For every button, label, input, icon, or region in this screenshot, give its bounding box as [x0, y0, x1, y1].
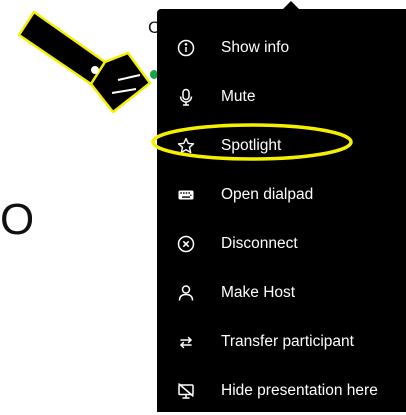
background-text-fragment-large: O [0, 195, 32, 244]
menu-item-label: Transfer participant [221, 332, 354, 350]
star-icon [176, 136, 196, 156]
menu-item-label: Make Host [221, 283, 296, 301]
menu-item-hide-presentation[interactable]: Hide presentation here [157, 366, 406, 415]
menu-item-label: Open dialpad [221, 185, 314, 203]
monitor-off-icon [176, 381, 196, 401]
menu-item-label: Spotlight [221, 136, 282, 154]
keyboard-icon [176, 185, 196, 205]
menu-item-label: Mute [221, 87, 256, 105]
menu-item-label: Disconnect [221, 234, 298, 252]
menu-item-make-host[interactable]: Make Host [157, 268, 406, 317]
menu-item-mute[interactable]: Mute [157, 72, 406, 121]
info-icon [176, 38, 196, 58]
flashlight-icon [17, 10, 152, 114]
menu-item-spotlight[interactable]: Spotlight [157, 121, 406, 170]
menu-item-label: Show info [221, 38, 290, 56]
circle-x-icon [176, 234, 196, 254]
person-icon [176, 283, 196, 303]
transfer-arrows-icon [176, 332, 196, 352]
menu-item-label: Hide presentation here [221, 381, 378, 399]
menu-item-show-info[interactable]: Show info [157, 23, 406, 72]
menu-item-disconnect[interactable]: Disconnect [157, 219, 406, 268]
participant-context-menu: Show info Mute Spotlight Open dialpad Di… [157, 9, 406, 412]
microphone-icon [176, 87, 196, 107]
menu-item-open-dialpad[interactable]: Open dialpad [157, 170, 406, 219]
menu-item-transfer-participant[interactable]: Transfer participant [157, 317, 406, 366]
